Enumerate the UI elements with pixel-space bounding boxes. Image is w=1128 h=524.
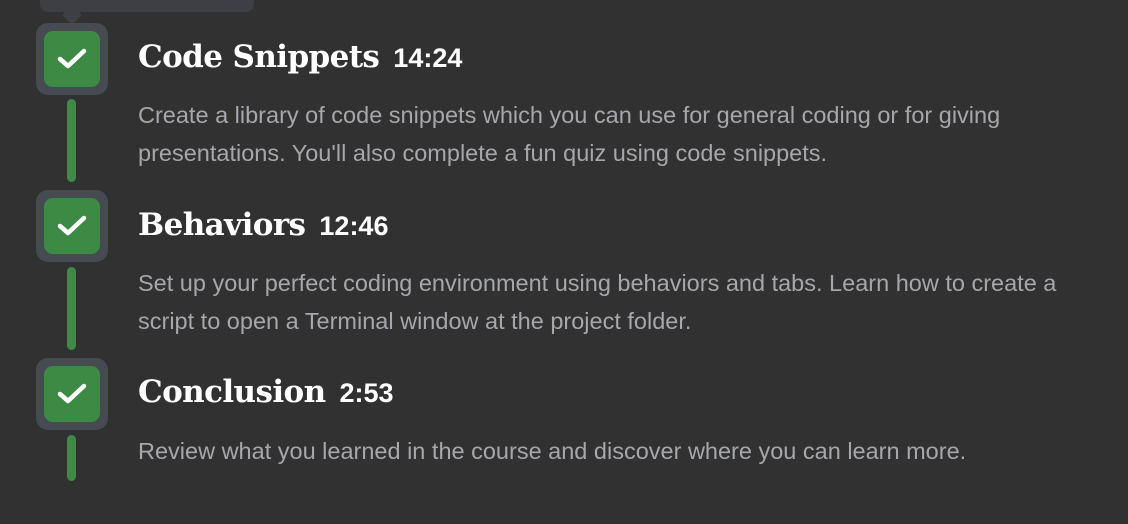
checkmark-icon xyxy=(57,383,87,404)
step-1-title: Code Snippets xyxy=(138,39,380,75)
checkmark-icon xyxy=(57,215,87,236)
step-2-connector xyxy=(67,267,76,350)
step-1-description: Create a library of code snippets which … xyxy=(138,102,1001,166)
step-3-heading[interactable]: Conclusion 2:53 xyxy=(138,374,394,410)
step-1-connector xyxy=(67,99,76,182)
step-2-check-fill xyxy=(44,198,100,254)
step-1-heading[interactable]: Code Snippets 14:24 xyxy=(138,39,462,75)
step-2-duration: 12:46 xyxy=(319,211,389,241)
step-1-status[interactable] xyxy=(36,23,108,95)
step-1-duration: 14:24 xyxy=(393,43,463,73)
step-1-check-fill xyxy=(44,31,100,87)
step-2-status[interactable] xyxy=(36,190,108,262)
step-2-description: Set up your perfect coding environment u… xyxy=(138,270,1057,334)
step-3-check-fill xyxy=(44,366,100,422)
step-3-connector xyxy=(67,435,76,481)
step-3-status[interactable] xyxy=(36,358,108,430)
step-2-heading[interactable]: Behaviors 12:46 xyxy=(138,207,388,243)
checkmark-icon xyxy=(57,48,87,69)
step-3-description: Review what you learned in the course an… xyxy=(138,438,967,464)
step-3-title: Conclusion xyxy=(138,374,326,410)
step-3-duration: 2:53 xyxy=(339,378,394,408)
step-2-title: Behaviors xyxy=(138,207,306,243)
